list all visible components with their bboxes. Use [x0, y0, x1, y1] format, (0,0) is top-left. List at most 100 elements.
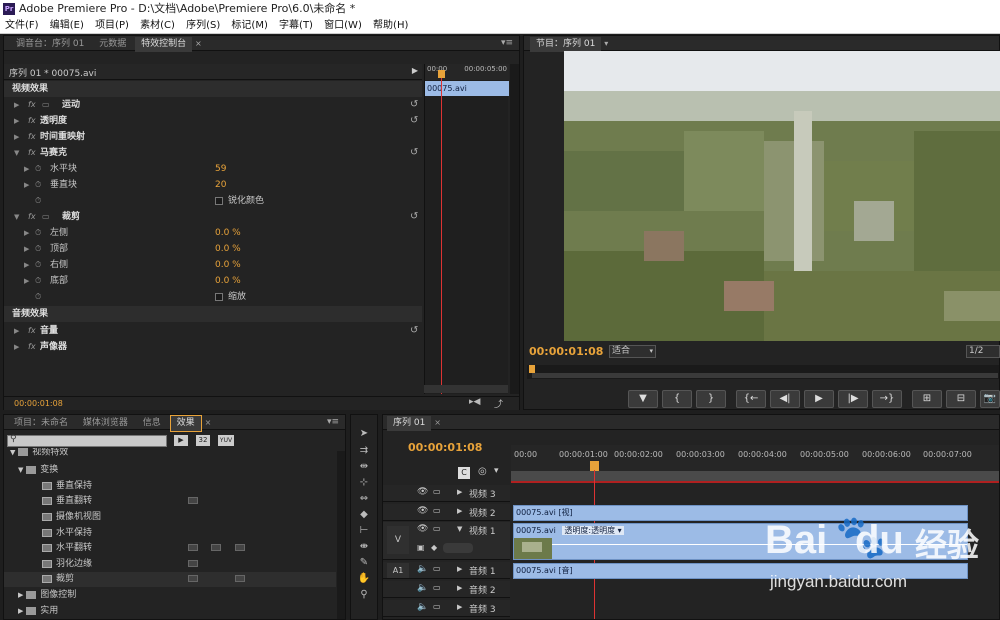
pen-tool-icon[interactable]: ✎ [355, 555, 373, 570]
collapse-triangle-icon[interactable]: ▼ [457, 525, 462, 533]
expand-triangle-icon[interactable]: ▶ [457, 565, 462, 573]
hand-tool-icon[interactable]: ✋ [355, 571, 373, 586]
expand-triangle-icon[interactable]: ▶ [24, 273, 29, 289]
lock-icon[interactable]: ▭ [433, 602, 441, 611]
display-style-icon[interactable]: ▣ [417, 543, 425, 552]
track-header-v1[interactable]: V 👁 ▭ ▼ 视频 1 ▣ ◆ [383, 522, 510, 560]
stopwatch-icon[interactable]: ⏱ [35, 161, 41, 177]
track-header-v3[interactable]: 👁 ▭ ▶ 视频 3 [383, 485, 510, 502]
reset-icon[interactable]: ↺ [410, 209, 418, 225]
menu-window[interactable]: 窗口(W) [324, 18, 362, 33]
rate-stretch-tool-icon[interactable]: ⇔ [355, 491, 373, 506]
mark-in-button[interactable]: { [662, 390, 692, 408]
expand-triangle-icon[interactable]: ▶ [457, 507, 462, 515]
crop-bottom-value[interactable]: 0.0 % [215, 273, 241, 289]
tree-item[interactable]: 垂直保持 [42, 479, 92, 494]
lock-icon[interactable]: ▭ [433, 487, 441, 496]
close-icon[interactable]: × [434, 418, 441, 427]
fit-dropdown[interactable]: 适合 ▾ [609, 345, 656, 358]
effect-crop-row[interactable]: ▼ fx ▭ 裁剪 ↺ [4, 209, 422, 225]
stopwatch-icon[interactable]: ⏱ [35, 289, 41, 305]
expand-triangle-icon[interactable]: ▶ [14, 129, 19, 145]
crop-left-value[interactable]: 0.0 % [215, 225, 241, 241]
effect-time-remap-row[interactable]: ▶ fx 时间重映射 [4, 129, 422, 145]
tree-item[interactable]: 水平保持 [42, 526, 92, 541]
reset-icon[interactable]: ↺ [410, 113, 418, 129]
tab-info[interactable]: 信息 [137, 416, 167, 431]
track-header-a1[interactable]: A1 🔈 ▭ ▶ 音频 1 [383, 562, 510, 579]
zoom-checkbox[interactable] [215, 293, 223, 301]
marker-icon[interactable]: ▾ [494, 466, 499, 476]
close-icon[interactable]: × [195, 39, 202, 48]
filter-icon[interactable]: ▸◀ [469, 397, 480, 407]
clip-a1[interactable]: 00075.avi [音] [513, 563, 968, 579]
lock-icon[interactable]: ▭ [433, 506, 441, 515]
program-viewer[interactable] [564, 51, 1000, 341]
collapse-triangle-icon[interactable]: ▼ [14, 209, 19, 225]
stopwatch-icon[interactable]: ⏱ [35, 241, 41, 257]
extract-button[interactable]: ⊟ [946, 390, 976, 408]
collapse-triangle-icon[interactable]: ▼ [14, 145, 19, 161]
effect-mosaic-row[interactable]: ▼ fx 马赛克 ↺ [4, 145, 422, 161]
selection-tool-icon[interactable]: ➤ [355, 426, 373, 441]
expand-triangle-icon[interactable]: ▶ [24, 225, 29, 241]
effect-scrollbar-h[interactable] [424, 385, 508, 393]
yuv-effects-icon[interactable]: YUV [218, 435, 234, 446]
expand-triangle-icon[interactable]: ▶ [24, 241, 29, 257]
effect-volume-row[interactable]: ▶ fx 音量 ↺ [4, 323, 422, 339]
clip-v1-fx-menu[interactable]: 透明度:透明度 ▾ [562, 526, 624, 535]
go-to-in-button[interactable]: {← [736, 390, 766, 408]
track-header-a2[interactable]: 🔈 ▭ ▶ 音频 2 [383, 581, 510, 598]
expand-triangle-icon[interactable]: ▶ [14, 97, 19, 113]
reset-icon[interactable]: ↺ [410, 97, 418, 113]
slide-tool-icon[interactable]: ⇼ [355, 539, 373, 554]
panel-menu-icon[interactable]: ▾≡ [501, 36, 513, 51]
tab-audio-mixer[interactable]: 调音台：序列 01 [10, 37, 90, 52]
stopwatch-icon[interactable]: ⏱ [35, 177, 41, 193]
razor-tool-icon[interactable]: ◆ [355, 507, 373, 522]
tab-effect-controls[interactable]: 特效控制台 [135, 37, 193, 52]
stopwatch-icon[interactable]: ⏱ [35, 193, 41, 209]
menu-help[interactable]: 帮助(H) [373, 18, 408, 33]
speaker-icon[interactable]: 🔈 [417, 602, 428, 612]
tree-item[interactable]: 裁剪 [42, 572, 74, 587]
keyframe-nav-buttons[interactable] [443, 543, 473, 553]
reset-icon[interactable]: ↺ [410, 323, 418, 339]
menu-file[interactable]: 文件(F) [5, 18, 39, 33]
track-header-v2[interactable]: 👁 ▭ ▶ 视频 2 [383, 504, 510, 521]
32bit-effects-icon[interactable]: 32 [196, 435, 210, 446]
stopwatch-icon[interactable]: ⏱ [35, 273, 41, 289]
eye-icon[interactable]: 👁 [417, 506, 428, 516]
add-marker-button[interactable]: ▼ [628, 390, 658, 408]
tree-utility-folder[interactable]: ▶ 实用 [18, 604, 58, 619]
close-icon[interactable]: × [205, 418, 212, 427]
effect-motion-row[interactable]: ▶ fx ▭ 运动 ↺ [4, 97, 422, 113]
dropdown-icon[interactable]: ▾ [604, 39, 608, 48]
expand-triangle-icon[interactable]: ▶ [24, 161, 29, 177]
expand-triangle-icon[interactable]: ▶ [24, 177, 29, 193]
speaker-icon[interactable]: 🔈 [417, 564, 428, 574]
export-icon[interactable]: ⤴ [494, 397, 503, 410]
zoom-tool-icon[interactable]: ⚲ [355, 587, 373, 602]
slip-tool-icon[interactable]: ⊢ [355, 523, 373, 538]
tab-program[interactable]: 节目：序列 01 [530, 37, 602, 52]
menu-clip[interactable]: 素材(C) [140, 18, 175, 33]
menu-edit[interactable]: 编辑(E) [50, 18, 84, 33]
lock-icon[interactable]: ▭ [433, 524, 441, 533]
expand-triangle-icon[interactable]: ▶ [14, 339, 19, 355]
crop-right-value[interactable]: 0.0 % [215, 257, 241, 273]
keyframe-nav-icon[interactable]: ◆ [431, 543, 437, 552]
stopwatch-icon[interactable]: ⏱ [35, 225, 41, 241]
accelerated-effects-icon[interactable]: ▶ [174, 435, 188, 446]
clip-v1-opacity-line[interactable] [552, 544, 967, 545]
program-timecode[interactable]: 00:00:01:08 [529, 345, 603, 358]
program-scrubber[interactable] [527, 365, 999, 379]
vblocks-value[interactable]: 20 [215, 177, 226, 193]
effects-search-input[interactable]: ⚲ [7, 434, 167, 447]
menu-sequence[interactable]: 序列(S) [186, 18, 220, 33]
tree-item[interactable]: 垂直翻转 [42, 494, 92, 509]
track-header-a3[interactable]: 🔈 ▭ ▶ 音频 3 [383, 600, 510, 617]
effect-timecode[interactable]: 00:00:01:08 [14, 399, 63, 408]
stopwatch-icon[interactable]: ⏱ [35, 257, 41, 273]
eye-icon[interactable]: 👁 [417, 524, 428, 534]
